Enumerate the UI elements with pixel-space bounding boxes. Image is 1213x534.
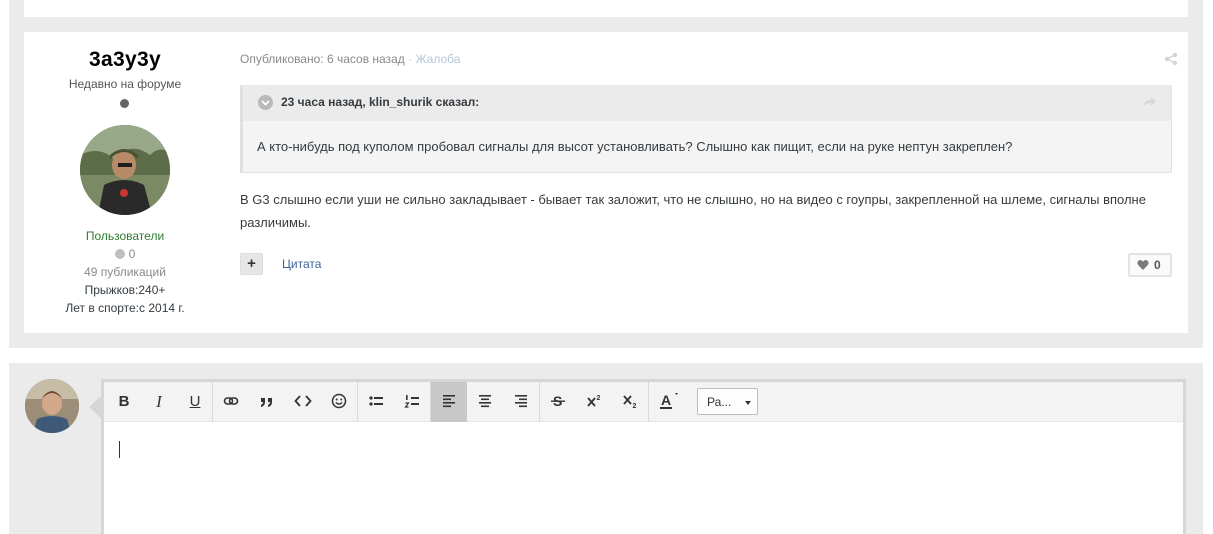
quote-insert-button[interactable] <box>249 382 285 422</box>
offline-indicator-icon <box>120 99 129 108</box>
code-button[interactable] <box>285 382 321 422</box>
smiley-icon <box>331 393 347 409</box>
editor-toolbar: B I U S 2 2 A Ра... <box>104 382 1183 422</box>
numbered-list-button[interactable] <box>394 382 430 422</box>
bulleted-list-button[interactable] <box>358 382 394 422</box>
report-link[interactable]: Жалоба <box>415 52 460 66</box>
align-left-icon <box>443 395 455 408</box>
format-select-value: Ра... <box>707 395 732 409</box>
author-avatar[interactable] <box>80 125 170 215</box>
reputation-value: 0 <box>128 247 136 261</box>
link-icon <box>223 397 239 405</box>
add-multiquote-button[interactable]: + <box>240 253 263 275</box>
reputation-dot-icon <box>114 249 125 259</box>
share-icon[interactable] <box>1164 52 1178 66</box>
quote-text: А кто-нибудь под куполом пробовал сигнал… <box>257 139 1013 154</box>
numbered-list-icon <box>404 395 419 408</box>
post-meta: Опубликовано: 6 часов назад · Жалоба <box>240 52 460 66</box>
chevron-down-icon <box>745 401 751 405</box>
align-center-button[interactable] <box>467 382 503 422</box>
toolbar-separator <box>648 382 649 422</box>
author-group: Пользователи <box>85 229 165 243</box>
quote-icon <box>261 398 272 407</box>
quote-block: 23 часа назад, klin_shurik сказал: А кто… <box>240 85 1172 173</box>
format-select[interactable]: Ра... <box>697 388 758 415</box>
author-reputation: 0 <box>24 247 226 261</box>
code-icon <box>294 395 312 407</box>
align-right-icon <box>515 395 527 408</box>
align-right-button[interactable] <box>503 382 539 422</box>
post-date[interactable]: Опубликовано: 6 часов назад <box>240 52 405 66</box>
current-user-avatar[interactable] <box>25 379 79 433</box>
go-to-quote-icon[interactable] <box>1141 94 1157 110</box>
forum-post: 3а3у3у Недавно на форуме Пользователи 0 … <box>24 32 1188 333</box>
emoji-button[interactable] <box>321 382 357 422</box>
text-color-button[interactable]: A <box>651 382 687 422</box>
italic-button[interactable]: I <box>141 382 177 422</box>
quote-header: 23 часа назад, klin_shurik сказал: <box>243 85 1171 121</box>
strikethrough-icon: S <box>551 393 565 409</box>
heart-icon <box>1137 259 1149 270</box>
reply-editor: B I U S 2 2 A Ра... <box>101 379 1186 534</box>
text-cursor[interactable] <box>119 441 120 458</box>
author-jumps: Прыжков:240+ <box>84 283 166 297</box>
author-status: Недавно на форуме <box>68 77 182 91</box>
underline-button[interactable]: U <box>177 382 213 422</box>
align-left-button[interactable] <box>431 382 467 422</box>
like-button[interactable]: 0 <box>1128 253 1172 277</box>
quote-citation: 23 часа назад, klin_shurik сказал: <box>281 95 480 109</box>
reply-area: B I U S 2 2 A Ра... <box>9 363 1203 534</box>
previous-post <box>24 0 1188 17</box>
svg-text:2: 2 <box>633 403 637 409</box>
post-content: В G3 слышно если уши не сильно закладыва… <box>240 192 1146 230</box>
bulleted-list-icon <box>369 396 383 406</box>
bold-button[interactable]: B <box>106 382 142 422</box>
quote-button[interactable]: Цитата <box>282 257 321 271</box>
superscript-icon: 2 <box>587 395 601 407</box>
author-years: Лет в спорте:с 2014 г. <box>65 301 185 315</box>
quote-toggle-icon[interactable] <box>258 95 273 110</box>
superscript-button[interactable]: 2 <box>576 382 612 422</box>
link-button[interactable] <box>213 382 249 422</box>
align-center-icon <box>479 395 491 408</box>
text-color-icon: A <box>660 392 678 409</box>
author-posts-count: 49 публикаций <box>84 265 166 279</box>
subscript-icon: 2 <box>623 395 637 410</box>
svg-text:2: 2 <box>597 395 601 402</box>
svg-text:A: A <box>661 392 671 408</box>
author-name[interactable]: 3а3у3у <box>24 48 226 72</box>
like-count: 0 <box>1154 258 1161 272</box>
subscript-button[interactable]: 2 <box>612 382 648 422</box>
strikethrough-button[interactable]: S <box>540 382 576 422</box>
meta-separator: · <box>408 52 413 66</box>
